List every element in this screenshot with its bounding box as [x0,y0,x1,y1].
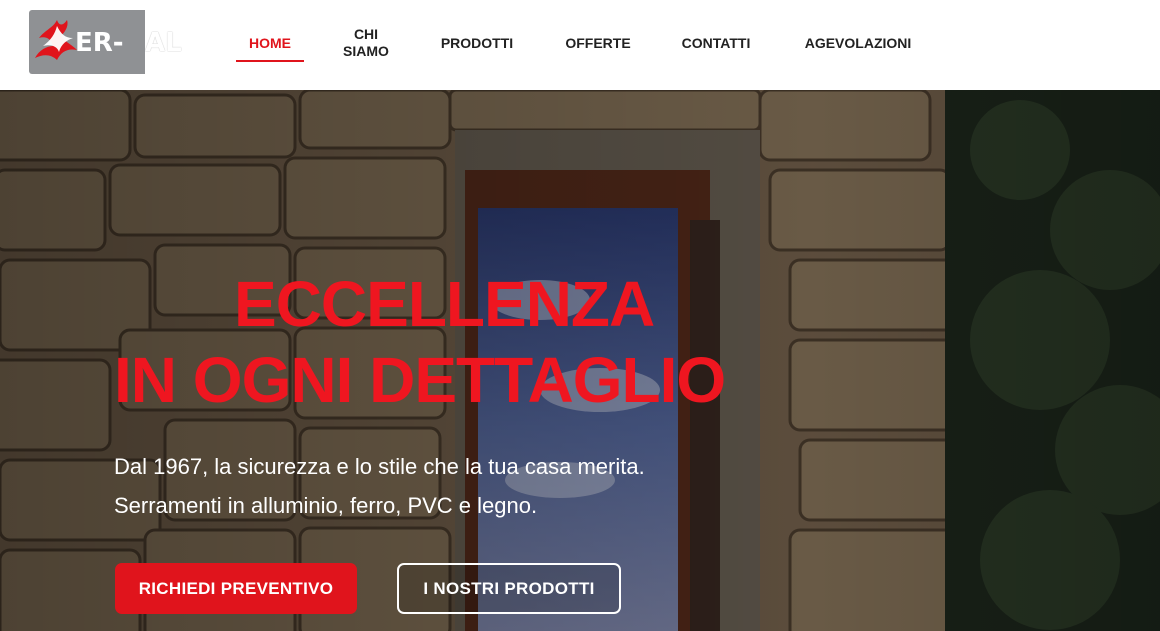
request-quote-button[interactable]: RICHIEDI PREVENTIVO [115,563,357,614]
nav-item-chi-siamo[interactable]: CHI SIAMO [333,26,399,60]
hero-subtitle-line1: Dal 1967, la sicurezza e lo stile che la… [114,454,645,479]
nav-active-underline [236,60,304,62]
logo-gray-panel: ER- [29,10,145,74]
nav-item-contatti[interactable]: CONTATTI [672,35,760,52]
hero-headline-line1: ECCELLENZA [234,268,655,340]
our-products-button[interactable]: I NOSTRI PRODOTTI [397,563,621,614]
logo-white-panel: AL [145,10,203,74]
logo-text-right: AL [145,28,182,58]
nav-item-chi-siamo-line2: SIAMO [343,43,389,59]
nav-item-home[interactable]: HOME [237,35,303,52]
site-header: ER- AL HOME CHI SIAMO PRODOTTI OFFERTE C… [0,0,1160,90]
logo-text-left: ER- [75,28,124,58]
hero-subtitle-line2: Serramenti in alluminio, ferro, PVC e le… [114,493,538,518]
nav-item-offerte[interactable]: OFFERTE [558,35,638,52]
nav-item-chi-siamo-line1: CHI [353,26,379,42]
hero-section: ECCELLENZA IN OGNI DETTAGLIO Dal 1967, l… [0,90,1160,631]
hero-headline-line2: IN OGNI DETTAGLIO [114,344,726,416]
nav-item-agevolazioni[interactable]: AGEVOLAZIONI [795,35,921,52]
nav-item-prodotti[interactable]: PRODOTTI [432,35,522,52]
brand-logo[interactable]: ER- AL [29,10,203,74]
